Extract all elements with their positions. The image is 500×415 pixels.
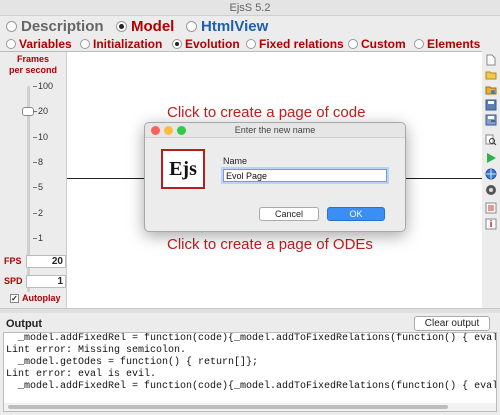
- fps-title-line2: per second: [8, 65, 57, 75]
- output-line: _model.addFixedRel = function(code){_mod…: [6, 381, 497, 392]
- run-icon[interactable]: [485, 152, 497, 164]
- slider-tick-label: 5: [38, 182, 44, 193]
- scrollbar-thumb[interactable]: [8, 405, 448, 409]
- subtab-fixed-relations-label: Fixed relations: [259, 37, 344, 51]
- open-examples-icon[interactable]: [485, 84, 497, 96]
- subtab-evolution[interactable]: Evolution: [172, 36, 240, 52]
- output-console[interactable]: _model.addFixedRel = function(code){_mod…: [3, 332, 497, 412]
- ok-button[interactable]: OK: [327, 207, 385, 221]
- slider-tick-label: 2: [38, 207, 44, 218]
- fps-title: Frames per second: [0, 54, 66, 76]
- fps-input[interactable]: 20: [26, 254, 66, 268]
- ejs-logo-text: Ejs: [169, 157, 197, 180]
- tab-description[interactable]: Description: [6, 17, 104, 35]
- rename-page-dialog: Enter the new name Ejs Name Cancel OK: [144, 122, 406, 232]
- name-label: Name: [223, 156, 248, 166]
- save-icon[interactable]: [485, 99, 497, 111]
- dialog-title: Enter the new name: [234, 125, 316, 135]
- fps-label: FPS: [4, 256, 22, 266]
- subtab-evolution-label: Evolution: [185, 37, 240, 51]
- main-tabs: Description Model HtmlView: [0, 16, 500, 36]
- spd-input[interactable]: 1: [26, 274, 66, 288]
- output-line: _model.addFixedRel = function(code){_mod…: [6, 333, 497, 344]
- radio-icon: [186, 20, 197, 32]
- window-title: EjsS 5.2: [229, 2, 271, 14]
- output-label: Output: [6, 318, 43, 330]
- tab-htmlview-label: HtmlView: [201, 17, 269, 35]
- output-splitter[interactable]: [0, 308, 500, 313]
- slider-tick: [33, 187, 37, 189]
- create-odes-page-prompt[interactable]: Click to create a page of ODEs: [167, 236, 373, 253]
- simulation-control-panel: Frames per second 100 20 10 8 5 2 1 FPS 20 SPD…: [0, 52, 66, 308]
- radio-icon: [348, 39, 358, 49]
- window-titlebar: EjsS 5.2: [0, 0, 500, 16]
- slider-tick-label: 100: [38, 81, 54, 91]
- settings-icon[interactable]: [485, 202, 497, 214]
- subtab-custom-label: Custom: [361, 37, 406, 51]
- slider-tick: [33, 111, 37, 113]
- page-name-input[interactable]: [223, 169, 387, 182]
- radio-selected-icon: [172, 39, 182, 49]
- output-line: _model.getOdes = function() { return[]};: [6, 357, 259, 368]
- radio-icon: [6, 39, 16, 49]
- fps-row: FPS 20: [4, 254, 66, 268]
- subtab-elements[interactable]: Elements: [414, 36, 480, 52]
- close-window-icon[interactable]: [151, 126, 160, 135]
- tab-htmlview[interactable]: HtmlView: [186, 17, 268, 35]
- radio-icon: [6, 20, 17, 32]
- tab-model-label: Model: [131, 17, 175, 35]
- spd-row: SPD 1: [4, 274, 66, 288]
- zoom-window-icon[interactable]: [177, 126, 186, 135]
- output-line: Lint error: Missing semicolon.: [6, 345, 187, 356]
- tab-description-label: Description: [21, 17, 104, 35]
- cancel-button[interactable]: Cancel: [259, 207, 319, 221]
- right-toolbar: [482, 52, 500, 308]
- slider-tick: [33, 212, 37, 214]
- open-folder-icon[interactable]: [485, 69, 497, 81]
- radio-icon: [80, 39, 90, 49]
- fps-title-line1: Frames: [16, 54, 50, 64]
- slider-tick: [33, 136, 37, 138]
- create-code-page-prompt[interactable]: Click to create a page of code: [167, 104, 365, 121]
- info-icon[interactable]: [485, 218, 497, 230]
- slider-tick: [33, 86, 37, 87]
- radio-selected-icon: [116, 20, 127, 32]
- spd-label: SPD: [4, 276, 23, 286]
- radio-icon: [414, 39, 424, 49]
- slider-tick-label: 20: [38, 106, 49, 117]
- slider-tick-label: 8: [38, 157, 44, 167]
- subtab-initialization[interactable]: Initialization: [80, 36, 162, 52]
- new-file-icon[interactable]: [485, 54, 497, 66]
- minimize-window-icon[interactable]: [164, 126, 173, 135]
- web-icon[interactable]: [485, 168, 497, 180]
- ejs-logo: Ejs: [161, 149, 205, 189]
- autoplay-option[interactable]: ✓ Autoplay: [10, 293, 61, 303]
- subtab-fixed-relations[interactable]: Fixed relations: [246, 36, 344, 52]
- save-as-icon[interactable]: [485, 114, 497, 126]
- subtab-custom[interactable]: Custom: [348, 36, 406, 52]
- search-icon[interactable]: [485, 134, 497, 146]
- tab-model[interactable]: Model: [116, 17, 174, 35]
- package-icon[interactable]: [485, 184, 497, 196]
- radio-icon: [246, 39, 256, 49]
- autoplay-label: Autoplay: [22, 293, 61, 303]
- model-sub-tabs: Variables Initialization Evolution Fixed…: [0, 36, 482, 52]
- output-line: Lint error: eval is evil.: [6, 369, 157, 380]
- output-horizontal-scrollbar[interactable]: [4, 403, 496, 411]
- slider-tick-label: 1: [38, 233, 44, 243]
- slider-tick: [33, 238, 37, 239]
- subtab-variables-label: Variables: [19, 37, 72, 51]
- autoplay-checkbox[interactable]: ✓: [10, 293, 19, 303]
- subtab-elements-label: Elements: [427, 37, 481, 51]
- slider-tick: [33, 162, 37, 163]
- slider-tick-label: 10: [38, 131, 49, 142]
- subtab-initialization-label: Initialization: [93, 37, 163, 51]
- clear-output-button[interactable]: Clear output: [414, 316, 490, 331]
- subtab-variables[interactable]: Variables: [6, 36, 72, 52]
